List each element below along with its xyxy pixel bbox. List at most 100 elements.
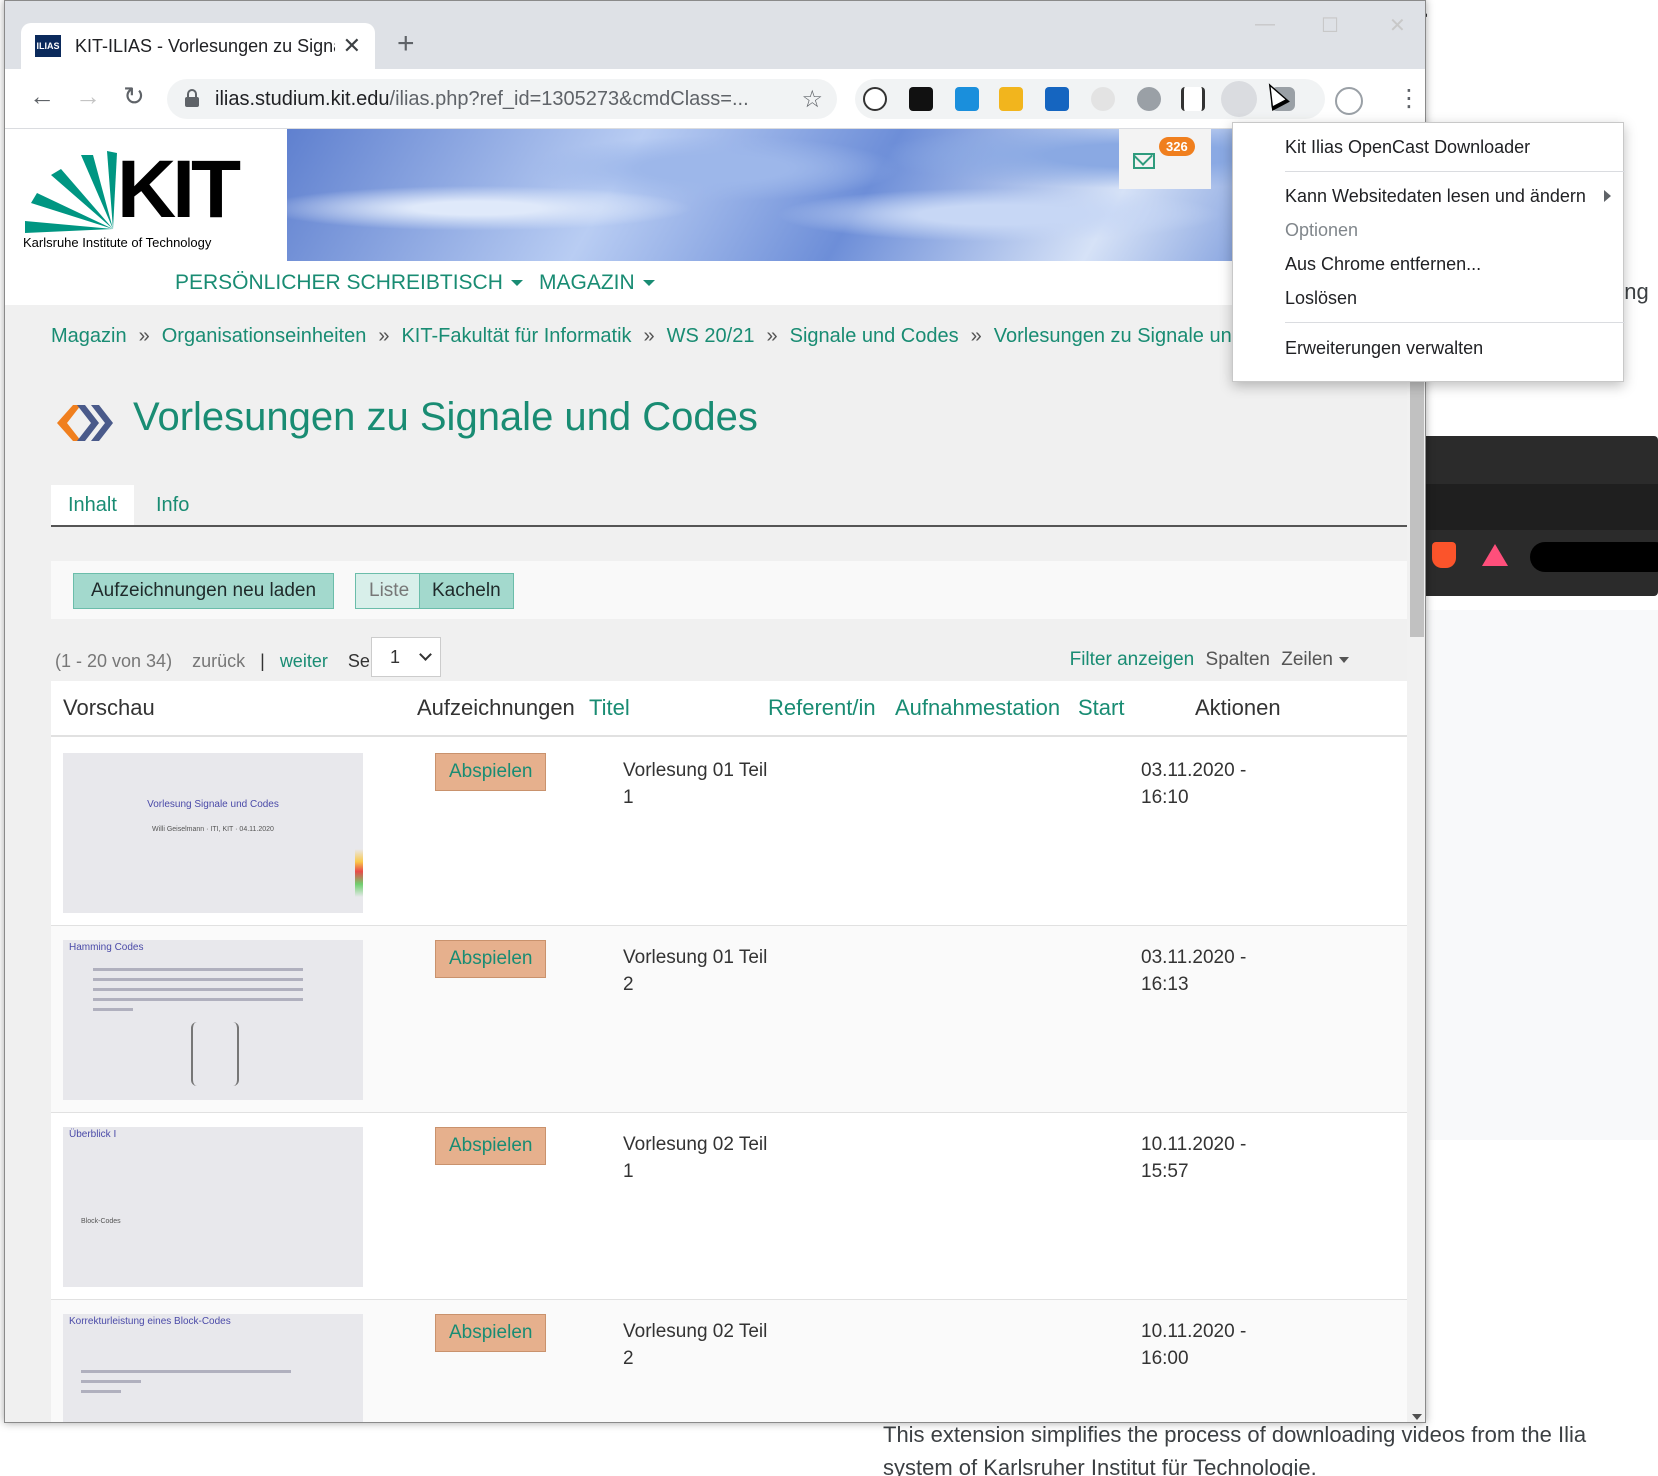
extension-context-menu: Kit Ilias OpenCast Downloader Kann Websi… — [1232, 122, 1625, 382]
breadcrumb-separator: » — [378, 325, 390, 347]
content-tabs: Inhalt Info — [51, 485, 1413, 527]
profile-avatar-icon[interactable] — [1335, 87, 1363, 115]
breadcrumb-separator: » — [970, 325, 982, 347]
maximize-icon[interactable]: ☐ — [1321, 13, 1339, 38]
cloud-extension-icon[interactable] — [1045, 87, 1069, 111]
minimize-icon[interactable]: — — [1255, 13, 1275, 36]
menu-item-site-access[interactable]: Kann Websitedaten lesen und ändern — [1285, 186, 1586, 207]
page-select[interactable]: 1 — [371, 637, 441, 677]
bracket-extension-icon[interactable] — [1181, 87, 1205, 111]
tab-inhalt[interactable]: Inhalt — [51, 485, 134, 525]
table-tools: Filter anzeigen Spalten Zeilen — [1064, 649, 1349, 671]
table-row: Überblick I Block-Codes Abspielen Vorles… — [51, 1113, 1413, 1300]
column-header-speaker[interactable]: Referent/in — [768, 695, 876, 721]
filter-toggle[interactable]: Filter anzeigen — [1070, 649, 1195, 670]
column-header-recordings: Aufzeichnungen — [417, 695, 575, 720]
rows-dropdown[interactable]: Zeilen — [1281, 649, 1349, 670]
nav-personal-desktop[interactable]: PERSÖNLICHER SCHREIBTISCH — [175, 271, 523, 295]
pagination-next[interactable]: weiter — [280, 651, 328, 671]
breadcrumb-separator: » — [138, 325, 150, 347]
forward-icon[interactable]: → — [75, 81, 101, 112]
close-window-icon[interactable]: ✕ — [1389, 13, 1406, 38]
page-title: Vorlesungen zu Signale und Codes — [133, 395, 758, 439]
video-thumbnail[interactable]: Hamming Codes — [63, 940, 363, 1100]
password-manager-icon[interactable] — [863, 87, 887, 111]
bookmark-star-icon[interactable]: ☆ — [801, 85, 823, 114]
columns-toggle[interactable]: Spalten — [1206, 649, 1270, 670]
lock-icon — [185, 89, 199, 107]
nav-label: PERSÖNLICHER SCHREIBTISCH — [175, 271, 503, 294]
menu-item-unpin[interactable]: Loslösen — [1285, 288, 1357, 309]
column-header-station[interactable]: Aufnahmestation — [895, 695, 1060, 721]
column-header-start[interactable]: Start — [1078, 695, 1124, 721]
chrome-menu-icon[interactable]: ⋮ — [1397, 87, 1421, 111]
download-extension-icon[interactable] — [1221, 81, 1257, 117]
recording-title: Vorlesung 01 Teil 2 — [623, 947, 768, 995]
pagination-separator: | — [260, 651, 265, 671]
thumbnail-heading: Korrekturleistung eines Block-Codes — [69, 1316, 231, 1327]
caret-down-icon — [642, 280, 655, 287]
nav-label: MAGAZIN — [539, 271, 635, 294]
scroll-down-icon[interactable] — [1412, 1414, 1422, 1420]
tab-info[interactable]: Info — [139, 485, 206, 525]
close-tab-icon[interactable]: ✕ — [343, 33, 361, 59]
address-bar[interactable]: ilias.studium.kit.edu/ilias.php?ref_id=1… — [167, 79, 837, 119]
back-icon[interactable]: ← — [29, 81, 55, 112]
opencast-series-icon — [57, 405, 113, 441]
background-card-bar — [1420, 484, 1658, 572]
breadcrumb-separator: » — [643, 325, 655, 347]
table-row: Korrekturleistung eines Block-Codes Absp… — [51, 1300, 1413, 1422]
pagination-back[interactable]: zurück — [192, 651, 245, 671]
mail-button[interactable]: 326 — [1119, 129, 1211, 189]
view-tiles-button[interactable]: Kacheln — [419, 573, 514, 609]
nav-magazin[interactable]: MAGAZIN — [539, 271, 655, 295]
shield-extension-icon[interactable] — [1137, 87, 1161, 111]
browser-tab[interactable]: ILIAS KIT-ILIAS - Vorlesungen zu Signale… — [21, 23, 375, 69]
chevron-down-icon — [419, 648, 432, 661]
thumbnail-matrix — [191, 1022, 239, 1086]
caret-down-icon — [510, 280, 523, 287]
main-navigation: PERSÖNLICHER SCHREIBTISCH MAGAZIN — [5, 261, 1237, 305]
header-banner — [287, 129, 1237, 261]
play-button[interactable]: Abspielen — [435, 753, 547, 791]
play-button[interactable]: Abspielen — [435, 1314, 547, 1352]
kit-logo[interactable]: KIT Karlsruhe Institute of Technology — [21, 143, 261, 253]
video-thumbnail[interactable]: Korrekturleistung eines Block-Codes — [63, 1314, 363, 1422]
thumbnail-lines — [93, 968, 303, 1018]
menu-separator — [1285, 322, 1625, 323]
menu-item-options: Optionen — [1285, 220, 1359, 240]
redacted-pill — [1530, 542, 1658, 572]
play-button[interactable]: Abspielen — [435, 1127, 547, 1165]
tampermonkey-icon[interactable] — [909, 87, 933, 111]
breadcrumb-item[interactable]: Signale und Codes — [790, 325, 959, 347]
menu-item-manage-extensions[interactable]: Erweiterungen verwalten — [1285, 338, 1483, 359]
url-text: ilias.studium.kit.edu/ilias.php?ref_id=1… — [215, 88, 775, 111]
reload-recordings-button[interactable]: Aufzeichnungen neu laden — [73, 573, 335, 609]
video-thumbnail[interactable]: Vorlesung Signale und Codes Willi Geisel… — [63, 753, 363, 913]
play-button[interactable]: Abspielen — [435, 940, 547, 978]
menu-item-remove[interactable]: Aus Chrome entfernen... — [1285, 254, 1481, 275]
action-toolbar: Aufzeichnungen neu laden Liste Kacheln — [51, 561, 1413, 619]
menu-item-extension-name[interactable]: Kit Ilias OpenCast Downloader — [1285, 137, 1530, 158]
breadcrumb: Magazin » Organisationseinheiten » KIT-Fakul… — [51, 325, 1306, 348]
breadcrumb-item[interactable]: KIT-Fakultät für Informatik — [401, 325, 631, 347]
breadcrumb-item[interactable]: Organisationseinheiten — [162, 325, 367, 347]
triangle-icon — [1482, 544, 1508, 566]
reload-icon[interactable]: ↻ — [123, 81, 145, 112]
gear-extension-icon[interactable] — [1091, 87, 1115, 111]
window-extension-icon[interactable] — [955, 87, 979, 111]
breadcrumb-item[interactable]: WS 20/21 — [667, 325, 755, 347]
recording-start: 03.11.2020 - 16:13 — [1141, 947, 1247, 995]
breadcrumb-item[interactable]: Magazin — [51, 325, 127, 347]
pagination-range: (1 - 20 von 34) — [55, 651, 173, 671]
site-header: KIT Karlsruhe Institute of Technology 32… — [5, 129, 1237, 261]
r-extension-icon[interactable] — [999, 87, 1023, 111]
view-list-button[interactable]: Liste — [355, 573, 424, 609]
thumbnail-heading: Überblick I — [69, 1129, 117, 1140]
new-tab-button[interactable]: + — [397, 29, 415, 59]
video-thumbnail[interactable]: Überblick I Block-Codes — [63, 1127, 363, 1287]
tab-strip: ILIAS KIT-ILIAS - Vorlesungen zu Signale… — [5, 1, 1425, 69]
url-path: /ilias.php?ref_id=1305273&cmdClass=... — [389, 88, 749, 110]
column-header-title[interactable]: Titel — [589, 695, 630, 721]
page-viewport: KIT Karlsruhe Institute of Technology 32… — [5, 129, 1425, 1422]
